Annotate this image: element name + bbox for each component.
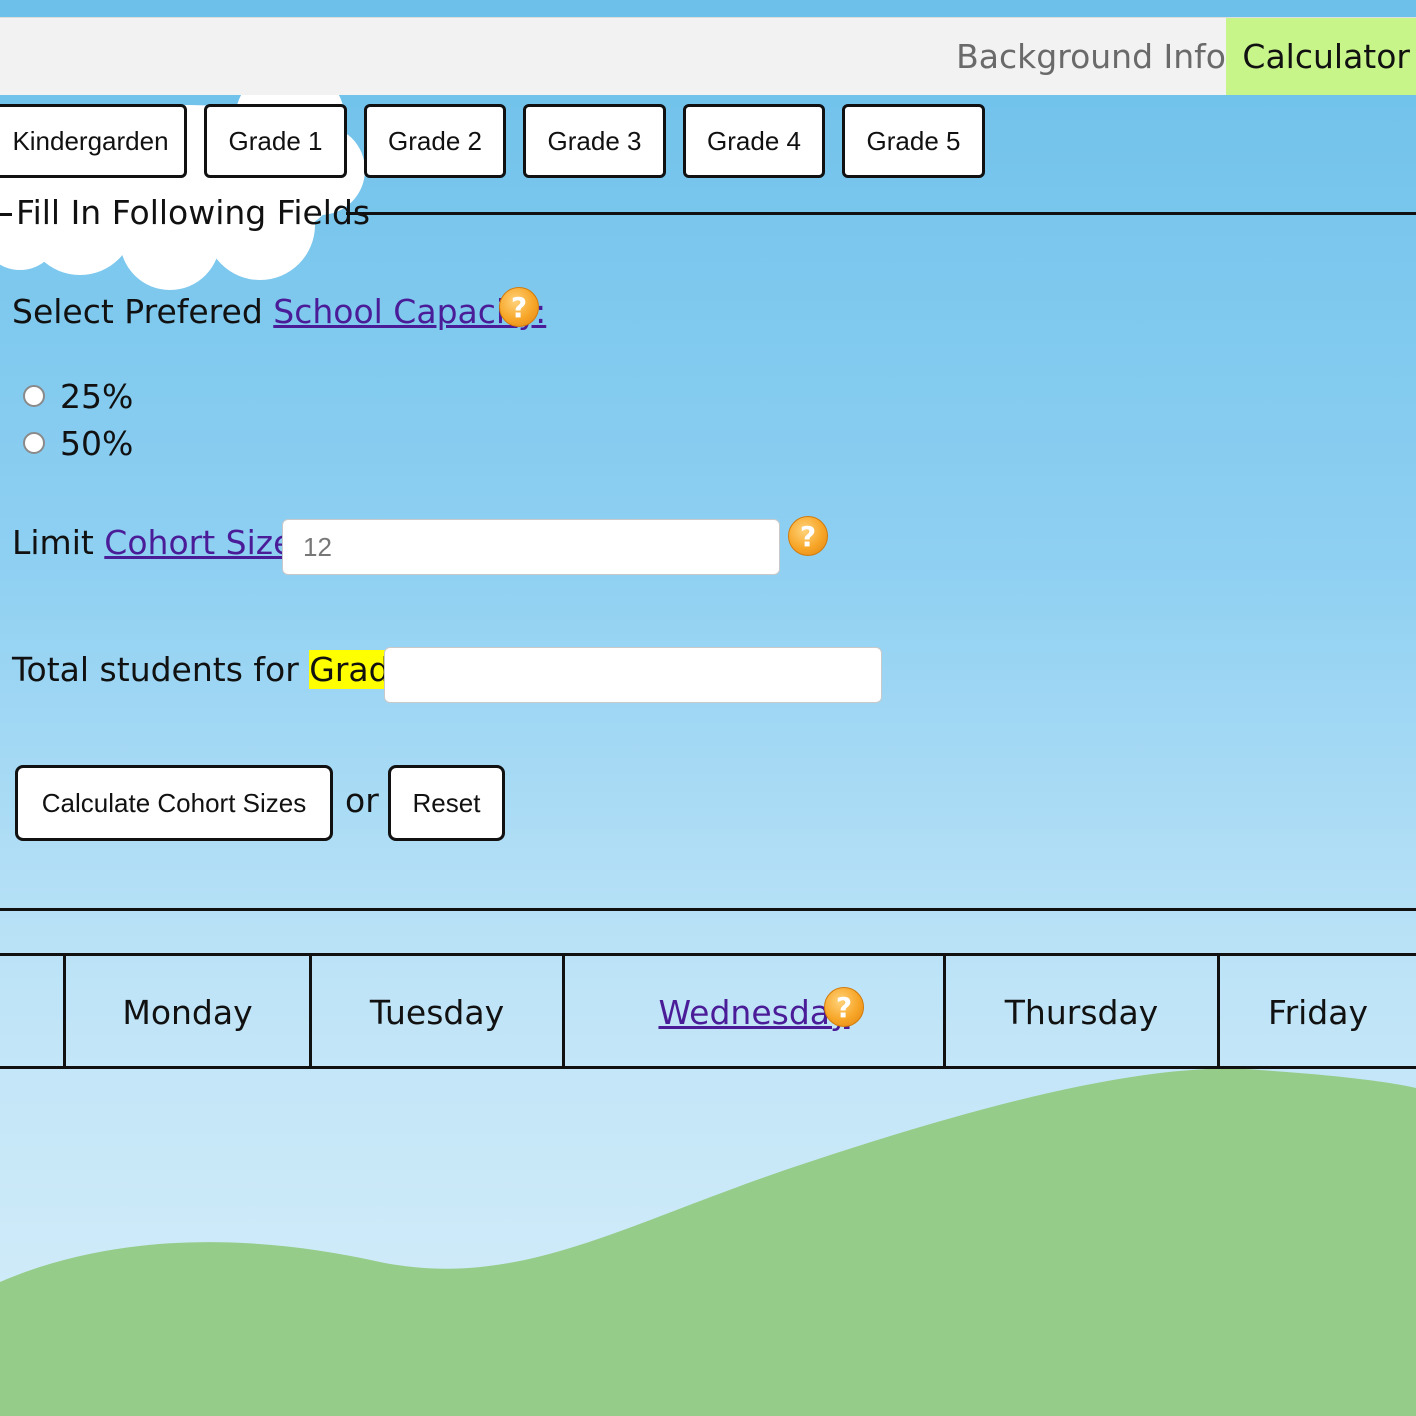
- cohort-size-link[interactable]: Cohort Size:: [104, 523, 304, 562]
- top-navbar: Background Info Calculator: [0, 17, 1416, 95]
- fieldset-border-left: [0, 213, 12, 216]
- day-label: Friday: [1267, 992, 1368, 1032]
- day-label: Thursday: [1004, 992, 1159, 1032]
- total-students-label: Total students for Grade:: [12, 650, 421, 689]
- capacity-radio-25[interactable]: [23, 385, 45, 407]
- fieldset-border-bottom: [0, 908, 1416, 911]
- total-label-prefix: Total students for: [12, 650, 310, 689]
- grade-button-kindergarden[interactable]: Kindergarden: [0, 104, 187, 178]
- fieldset-legend: Fill In Following Fields: [16, 193, 371, 232]
- grade-button-4[interactable]: Grade 4: [683, 104, 825, 178]
- day-label: Tuesday: [369, 992, 505, 1032]
- capacity-option-50-label: 50%: [60, 424, 134, 463]
- total-students-input[interactable]: [384, 647, 882, 703]
- nav-background-info[interactable]: Background Info: [940, 18, 1242, 95]
- capacity-radio-50[interactable]: [23, 432, 45, 454]
- day-header-tuesday: Tuesday: [312, 956, 565, 1068]
- capacity-option-25-label: 25%: [60, 377, 134, 416]
- day-header-friday: Friday: [1220, 956, 1416, 1068]
- reset-button[interactable]: Reset: [388, 765, 505, 841]
- calculate-cohort-sizes-button[interactable]: Calculate Cohort Sizes: [15, 765, 333, 841]
- grade-button-1[interactable]: Grade 1: [204, 104, 347, 178]
- cohort-size-input[interactable]: 12: [282, 519, 780, 575]
- capacity-label-prefix: Select Prefered: [12, 292, 274, 331]
- cohort-label: Limit Cohort Size:: [12, 523, 305, 562]
- capacity-help-icon[interactable]: ?: [499, 287, 539, 327]
- fieldset-border-top: [346, 212, 1416, 215]
- or-text: or: [345, 781, 379, 820]
- grade-button-5[interactable]: Grade 5: [842, 104, 985, 178]
- day-header-monday: Monday: [66, 956, 312, 1068]
- wednesday-link[interactable]: Wednesday: [658, 993, 849, 1032]
- wednesday-help-icon[interactable]: ?: [824, 987, 864, 1027]
- day-header-wednesday: Wednesday: [565, 956, 946, 1068]
- schedule-corner-cell: [0, 956, 66, 1068]
- day-label: Monday: [122, 992, 253, 1032]
- day-header-thursday: Thursday: [946, 956, 1220, 1068]
- nav-calculator[interactable]: Calculator: [1226, 18, 1416, 95]
- grade-button-3[interactable]: Grade 3: [523, 104, 666, 178]
- capacity-label: Select Prefered School Capacity:: [12, 292, 546, 331]
- grade-button-2[interactable]: Grade 2: [364, 104, 506, 178]
- cohort-help-icon[interactable]: ?: [788, 516, 828, 556]
- cohort-label-prefix: Limit: [12, 523, 105, 562]
- hill-decoration: [0, 1068, 1416, 1416]
